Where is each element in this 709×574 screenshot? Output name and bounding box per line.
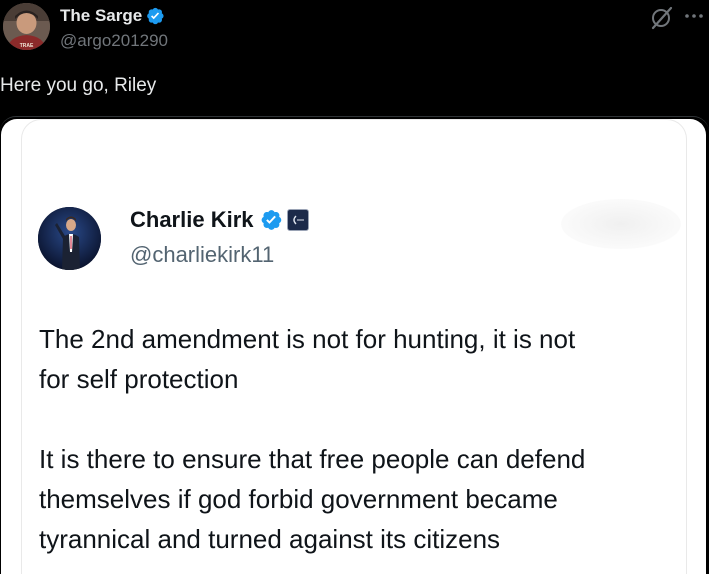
quoted-tweet-screenshot[interactable]: Charlie Kirk @charliekirk11 The 2nd amen…: [1, 119, 706, 574]
quoted-author-name-label: Charlie Kirk: [130, 207, 254, 232]
post-media[interactable]: Charlie Kirk @charliekirk11 The 2nd amen…: [0, 116, 709, 574]
post-text: Here you go, Riley: [0, 75, 157, 96]
avatar-shirt-text: TRAE: [20, 43, 34, 49]
quoted-avatar-image: [38, 207, 101, 270]
more-options-icon[interactable]: [683, 4, 705, 30]
quoted-author-avatar: [38, 207, 101, 270]
post: TRAE The Sarge @argo201290 Here you go, …: [0, 0, 709, 574]
quoted-text-line: The 2nd amendment is not for hunting, it…: [39, 324, 576, 354]
author-avatar[interactable]: TRAE: [3, 3, 50, 50]
verified-badge-icon: [261, 210, 281, 230]
author-handle[interactable]: @argo201290: [60, 31, 168, 51]
quoted-text-line: for self protection: [39, 364, 239, 394]
blur-artifact: [561, 199, 681, 249]
quoted-text-line: themselves if god forbid government beca…: [39, 484, 558, 514]
affiliation-badge-icon: [286, 209, 309, 231]
author-name[interactable]: The Sarge: [60, 6, 165, 26]
quoted-author-name: Charlie Kirk: [130, 206, 309, 234]
quoted-paragraph-1: The 2nd amendment is not for hunting, it…: [39, 319, 575, 399]
verified-badge-icon: [147, 7, 164, 25]
author-avatar-image: TRAE: [3, 3, 50, 50]
quoted-paragraph-2: It is there to ensure that free people c…: [39, 439, 585, 559]
grok-icon[interactable]: [649, 4, 675, 30]
quoted-text-line: It is there to ensure that free people c…: [39, 444, 586, 474]
author-name-label[interactable]: The Sarge: [60, 6, 142, 26]
quoted-author-handle: @charliekirk11: [130, 242, 275, 267]
quoted-text-line: tyrannical and turned against its citize…: [39, 524, 501, 554]
